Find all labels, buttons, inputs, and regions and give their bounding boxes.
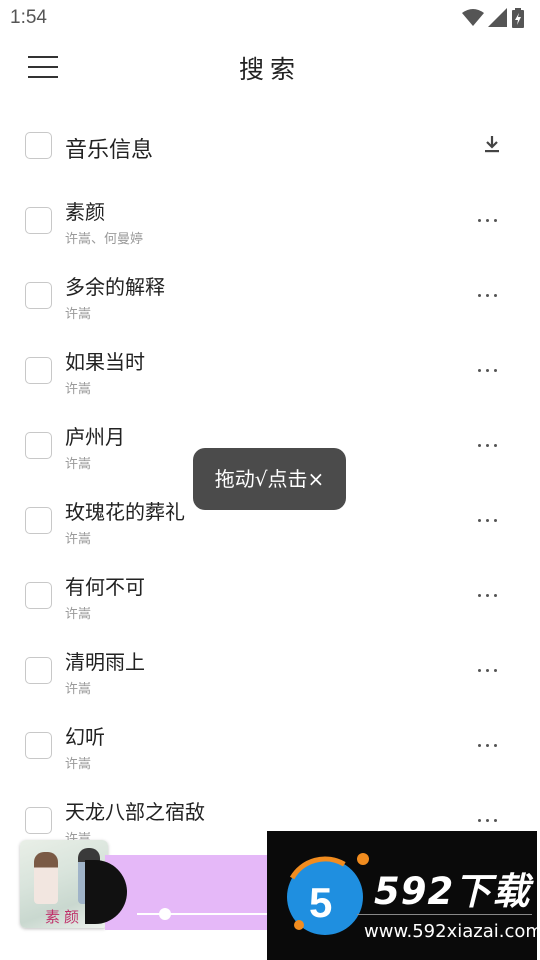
song-row[interactable]: 清明雨上 许嵩: [0, 632, 540, 707]
song-artist: 许嵩: [65, 682, 92, 697]
vinyl-disc-icon: [85, 860, 127, 924]
song-checkbox[interactable]: [25, 282, 52, 309]
more-options-icon[interactable]: [476, 285, 500, 305]
music-info-header: 音乐信息: [0, 118, 540, 174]
song-title: 清明雨上: [65, 650, 145, 674]
song-artist: 许嵩、何曼婷: [65, 232, 144, 247]
song-title: 如果当时: [65, 350, 145, 374]
select-all-checkbox[interactable]: [25, 132, 52, 159]
song-checkbox[interactable]: [25, 357, 52, 384]
song-title: 有何不可: [65, 575, 145, 599]
song-checkbox[interactable]: [25, 507, 52, 534]
mini-player[interactable]: [85, 855, 275, 930]
song-title: 玫瑰花的葬礼: [65, 500, 185, 524]
song-checkbox[interactable]: [25, 582, 52, 609]
song-checkbox[interactable]: [25, 657, 52, 684]
drag-toast[interactable]: 拖动√点击×: [193, 448, 346, 510]
download-icon[interactable]: [482, 134, 502, 154]
progress-track[interactable]: [137, 913, 275, 915]
watermark-logo-digit: 5: [309, 879, 333, 926]
song-title: 多余的解释: [65, 275, 165, 299]
battery-charging-icon: [512, 8, 524, 28]
more-options-icon[interactable]: [476, 210, 500, 230]
song-artist: 许嵩: [65, 607, 92, 622]
signal-icon: [488, 8, 507, 27]
status-bar: 1:54: [0, 0, 540, 36]
status-icons: [462, 8, 532, 28]
song-row[interactable]: 如果当时 许嵩: [0, 332, 540, 407]
watermark-divider: [357, 914, 532, 915]
app-bar: 搜索: [0, 36, 540, 98]
song-checkbox[interactable]: [25, 207, 52, 234]
watermark-brand: 592下载: [374, 870, 531, 913]
more-options-icon[interactable]: [476, 360, 500, 380]
more-options-icon[interactable]: [476, 735, 500, 755]
song-artist: 许嵩: [65, 757, 92, 772]
more-options-icon[interactable]: [476, 810, 500, 830]
song-row[interactable]: 幻听 许嵩: [0, 707, 540, 782]
song-list: 素颜 许嵩、何曼婷 多余的解释 许嵩 如果当时 许嵩 庐州月 许嵩 玫瑰花的葬礼 许嵩 有何不可 许嵩…: [0, 182, 540, 857]
song-title: 庐州月: [65, 425, 125, 449]
status-time: 1:54: [10, 7, 47, 28]
more-options-icon[interactable]: [476, 585, 500, 605]
song-checkbox[interactable]: [25, 807, 52, 834]
song-title: 素颜: [65, 200, 105, 224]
watermark-logo: 5 592下载 www.592xiazai.com: [267, 831, 537, 960]
progress-thumb[interactable]: [158, 908, 171, 920]
watermark-url: www.592xiazai.com: [364, 921, 537, 942]
song-title: 幻听: [65, 725, 105, 749]
song-row[interactable]: 多余的解释 许嵩: [0, 257, 540, 332]
wifi-icon: [462, 9, 484, 26]
song-checkbox[interactable]: [25, 432, 52, 459]
header-label: 音乐信息: [65, 138, 154, 163]
song-artist: 许嵩: [65, 307, 92, 322]
more-options-icon[interactable]: [476, 510, 500, 530]
song-artist: 许嵩: [65, 532, 92, 547]
song-row[interactable]: 有何不可 许嵩: [0, 557, 540, 632]
song-artist: 许嵩: [65, 382, 92, 397]
page-title: 搜索: [238, 55, 301, 84]
song-checkbox[interactable]: [25, 732, 52, 759]
more-options-icon[interactable]: [476, 660, 500, 680]
song-row[interactable]: 素颜 许嵩、何曼婷: [0, 182, 540, 257]
song-artist: 许嵩: [65, 457, 92, 472]
song-title: 天龙八部之宿敌: [65, 800, 205, 824]
album-figure-female: [34, 852, 58, 904]
more-options-icon[interactable]: [476, 435, 500, 455]
